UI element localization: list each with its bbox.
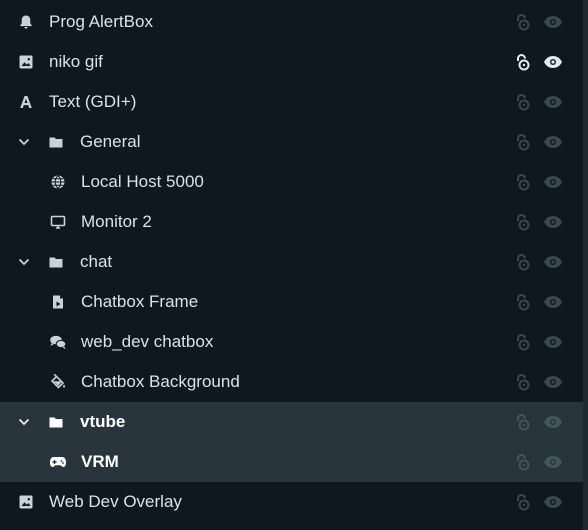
visibility-eye-icon[interactable] bbox=[543, 53, 563, 71]
lock-icon[interactable] bbox=[512, 493, 532, 511]
lock-icon[interactable] bbox=[512, 413, 532, 431]
image-icon bbox=[17, 493, 35, 511]
source-label: Chatbox Background bbox=[81, 372, 240, 391]
source-label: Web Dev Overlay bbox=[49, 492, 182, 511]
gamepad-icon bbox=[49, 453, 67, 471]
group-label: chat bbox=[80, 252, 113, 271]
source-label: Text (GDI+) bbox=[49, 92, 137, 111]
source-label: Chatbox Frame bbox=[81, 292, 199, 311]
chevron-down-icon[interactable] bbox=[16, 134, 32, 150]
group-row-general[interactable]: General bbox=[0, 122, 583, 162]
visibility-eye-icon[interactable] bbox=[543, 253, 563, 271]
image-icon bbox=[17, 53, 35, 71]
lock-icon[interactable] bbox=[512, 333, 532, 351]
lock-icon[interactable] bbox=[512, 373, 532, 391]
source-row-monitor-2[interactable]: Monitor 2 bbox=[0, 202, 583, 242]
chevron-down-icon[interactable] bbox=[16, 254, 32, 270]
visibility-eye-icon[interactable] bbox=[543, 413, 563, 431]
text-icon bbox=[17, 93, 35, 111]
visibility-eye-icon[interactable] bbox=[543, 173, 563, 191]
folder-icon bbox=[47, 253, 65, 271]
source-row-niko-gif[interactable]: niko gif bbox=[0, 42, 583, 82]
paint-bucket-icon bbox=[49, 373, 67, 391]
source-row-local-host-5000[interactable]: Local Host 5000 bbox=[0, 162, 583, 202]
lock-icon[interactable] bbox=[512, 133, 532, 151]
source-row-text-gdi[interactable]: Text (GDI+) bbox=[0, 82, 583, 122]
media-file-icon bbox=[49, 293, 67, 311]
source-row-chatbox-frame[interactable]: Chatbox Frame bbox=[0, 282, 583, 322]
source-label: web_dev chatbox bbox=[81, 332, 214, 351]
visibility-eye-icon[interactable] bbox=[543, 93, 563, 111]
lock-icon[interactable] bbox=[512, 253, 532, 271]
monitor-icon bbox=[49, 213, 67, 231]
lock-icon[interactable] bbox=[512, 293, 532, 311]
visibility-eye-icon[interactable] bbox=[543, 453, 563, 471]
visibility-eye-icon[interactable] bbox=[543, 333, 563, 351]
source-row-prog-alertbox[interactable]: Prog AlertBox bbox=[0, 2, 583, 42]
chevron-down-icon[interactable] bbox=[16, 414, 32, 430]
folder-icon bbox=[47, 133, 65, 151]
source-row-chatbox-background[interactable]: Chatbox Background bbox=[0, 362, 583, 402]
lock-icon[interactable] bbox=[512, 93, 532, 111]
scrollbar[interactable] bbox=[583, 0, 588, 530]
lock-icon[interactable] bbox=[512, 213, 532, 231]
folder-icon bbox=[47, 413, 65, 431]
source-label: Prog AlertBox bbox=[49, 12, 153, 31]
lock-icon[interactable] bbox=[512, 453, 532, 471]
chat-bubbles-icon bbox=[49, 333, 67, 351]
visibility-eye-icon[interactable] bbox=[543, 13, 563, 31]
source-label: Monitor 2 bbox=[81, 212, 152, 231]
source-row-vrm[interactable]: VRM bbox=[0, 442, 583, 482]
lock-icon[interactable] bbox=[512, 13, 532, 31]
visibility-eye-icon[interactable] bbox=[543, 213, 563, 231]
visibility-eye-icon[interactable] bbox=[543, 373, 563, 391]
visibility-eye-icon[interactable] bbox=[543, 493, 563, 511]
bell-icon bbox=[17, 13, 35, 31]
source-label: niko gif bbox=[49, 52, 103, 71]
sources-panel: Prog AlertBox niko gif Text (GDI+) Gener… bbox=[0, 0, 588, 530]
lock-icon[interactable] bbox=[512, 53, 532, 71]
group-row-chat[interactable]: chat bbox=[0, 242, 583, 282]
source-row-web-dev-overlay[interactable]: Web Dev Overlay bbox=[0, 482, 583, 522]
globe-icon bbox=[49, 173, 67, 191]
group-label: vtube bbox=[80, 412, 126, 431]
visibility-eye-icon[interactable] bbox=[543, 133, 563, 151]
lock-icon[interactable] bbox=[512, 173, 532, 191]
visibility-eye-icon[interactable] bbox=[543, 293, 563, 311]
source-label: Local Host 5000 bbox=[81, 172, 204, 191]
source-label: VRM bbox=[81, 452, 119, 471]
group-row-vtube[interactable]: vtube bbox=[0, 402, 583, 442]
group-label: General bbox=[80, 132, 141, 151]
source-row-web-dev-chatbox[interactable]: web_dev chatbox bbox=[0, 322, 583, 362]
